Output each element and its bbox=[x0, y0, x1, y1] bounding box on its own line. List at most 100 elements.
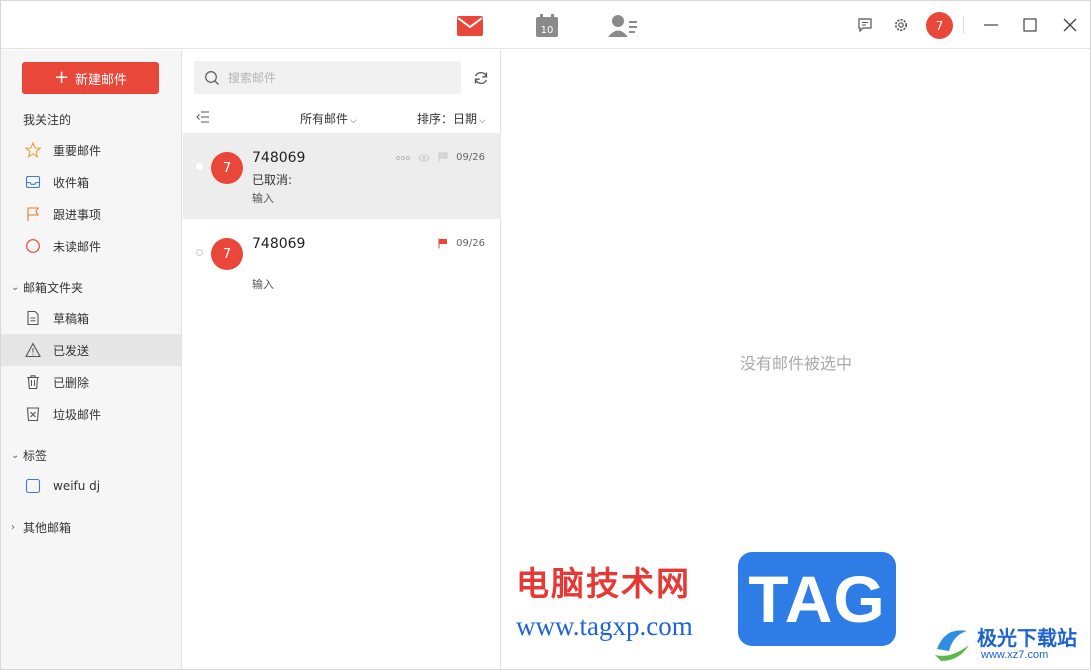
chevron-down-icon: ⌄ bbox=[11, 450, 20, 461]
other-mailboxes-heading: 其他邮箱 bbox=[23, 521, 72, 535]
sidebar-item-spam[interactable]: 垃圾邮件 bbox=[1, 398, 181, 430]
sidebar-item-important[interactable]: 重要邮件 bbox=[1, 134, 181, 166]
search-icon bbox=[205, 70, 219, 85]
collapse-list-icon bbox=[196, 111, 209, 123]
spam-icon bbox=[24, 405, 42, 423]
search-box[interactable] bbox=[194, 61, 461, 94]
message-list-pane: 所有邮件⌵ 排序：日期⌵ 7 748069 已取消: 输入 09/26 7 74… bbox=[183, 50, 501, 669]
settings-button[interactable] bbox=[889, 13, 913, 37]
maximize-button[interactable] bbox=[1018, 13, 1042, 37]
folders-heading: 邮箱文件夹 bbox=[23, 281, 84, 295]
aurora-logo-icon bbox=[935, 630, 969, 661]
compose-button[interactable]: + 新建邮件 bbox=[22, 62, 159, 94]
mail-filter-label: 所有邮件 bbox=[300, 112, 349, 126]
unread-circle-icon bbox=[24, 237, 42, 255]
sidebar-item-label: weifu dj bbox=[53, 479, 101, 493]
trash-icon bbox=[24, 373, 42, 391]
sort-dropdown[interactable]: 排序：日期 ⌵ bbox=[417, 110, 486, 127]
mail-meta: 09/26 bbox=[396, 152, 485, 163]
list-filter-bar: 所有邮件 ⌵ 排序：日期 ⌵ bbox=[183, 107, 501, 129]
minimize-button[interactable] bbox=[979, 13, 1003, 37]
sidebar-item-deleted[interactable]: 已删除 bbox=[1, 366, 181, 398]
sidebar-item-label: 收件箱 bbox=[53, 175, 90, 190]
mail-meta: 09/26 bbox=[438, 238, 485, 249]
mail-sender: 748069 bbox=[252, 150, 306, 166]
watermark-site-url: www.tagxp.com bbox=[516, 611, 693, 641]
tab-mail[interactable] bbox=[455, 11, 485, 41]
mail-date: 09/26 bbox=[456, 152, 485, 163]
mail-list-item[interactable]: 7 748069 输入 09/26 bbox=[183, 219, 501, 305]
inbox-icon bbox=[24, 173, 42, 191]
other-mailboxes-toggle[interactable]: › 其他邮箱 bbox=[11, 519, 71, 536]
sent-icon bbox=[24, 341, 42, 359]
plus-icon: + bbox=[53, 67, 70, 88]
tags-heading: 标签 bbox=[23, 449, 48, 463]
flag-outline-icon[interactable] bbox=[438, 152, 448, 163]
more-icon[interactable] bbox=[396, 155, 411, 161]
eye-icon[interactable] bbox=[418, 154, 431, 162]
search-input[interactable] bbox=[228, 70, 448, 85]
title-bar: 10 7 bbox=[1, 1, 1090, 49]
flag-icon bbox=[24, 205, 42, 223]
chevron-down-icon: ⌵ bbox=[479, 116, 486, 126]
sidebar-item-label: 未读邮件 bbox=[53, 239, 102, 254]
sidebar-item-label: 已发送 bbox=[53, 343, 90, 358]
tags-group-toggle[interactable]: ⌄ 标签 bbox=[11, 447, 47, 464]
sender-avatar: 7 bbox=[211, 152, 243, 184]
star-icon bbox=[24, 141, 42, 159]
minimize-icon bbox=[984, 24, 998, 26]
collapse-sidebar-button[interactable] bbox=[195, 109, 211, 125]
close-button[interactable] bbox=[1058, 13, 1082, 37]
mail-filter-dropdown[interactable]: 所有邮件 ⌵ bbox=[300, 110, 357, 127]
draft-icon bbox=[24, 309, 42, 327]
user-avatar[interactable]: 7 bbox=[926, 12, 953, 39]
chevron-down-icon: ⌄ bbox=[11, 282, 20, 293]
sidebar-item-label: 跟进事项 bbox=[53, 207, 102, 222]
chevron-right-icon: › bbox=[11, 522, 15, 533]
sidebar-item-unread[interactable]: 未读邮件 bbox=[1, 230, 181, 262]
sidebar-item-label: 已删除 bbox=[53, 375, 90, 390]
sort-label: 排序：日期 bbox=[417, 112, 478, 126]
folders-group-toggle[interactable]: ⌄ 邮箱文件夹 bbox=[11, 279, 83, 296]
mail-date: 09/26 bbox=[456, 238, 485, 249]
mail-sender: 748069 bbox=[252, 236, 306, 252]
tab-calendar[interactable]: 10 bbox=[532, 11, 562, 41]
watermark2-site-name: 极光下载站 bbox=[977, 626, 1077, 650]
chevron-down-icon: ⌵ bbox=[350, 116, 357, 126]
mail-preview: 输入 bbox=[252, 192, 274, 205]
sidebar-item-follow-up[interactable]: 跟进事项 bbox=[1, 198, 181, 230]
sidebar-item-inbox[interactable]: 收件箱 bbox=[1, 166, 181, 198]
titlebar-divider bbox=[963, 16, 964, 34]
sidebar: + 新建邮件 我关注的 重要邮件 收件箱 跟进事项 未读邮件 ⌄ 邮箱文件夹 草… bbox=[1, 50, 182, 669]
refresh-button[interactable] bbox=[471, 68, 491, 88]
sender-avatar: 7 bbox=[211, 238, 243, 270]
feedback-button[interactable] bbox=[853, 13, 877, 37]
close-icon bbox=[1063, 18, 1077, 32]
mail-icon bbox=[457, 16, 483, 36]
sidebar-item-tag-weifu-dj[interactable]: weifu dj bbox=[1, 470, 181, 502]
sidebar-item-label: 垃圾邮件 bbox=[53, 407, 102, 422]
calendar-icon: 10 bbox=[536, 14, 558, 37]
mail-list-item[interactable]: 7 748069 已取消: 输入 09/26 bbox=[183, 133, 501, 219]
sidebar-item-drafts[interactable]: 草稿箱 bbox=[1, 302, 181, 334]
refresh-icon bbox=[474, 72, 488, 84]
sidebar-item-label: 重要邮件 bbox=[53, 143, 102, 158]
unread-dot[interactable] bbox=[196, 249, 203, 256]
flag-filled-icon[interactable] bbox=[438, 238, 448, 249]
watermark-download-site: 极光下载站 www.xz7.com bbox=[929, 617, 1090, 669]
svg-text:10: 10 bbox=[541, 25, 554, 36]
tab-contacts[interactable] bbox=[608, 11, 638, 41]
unread-dot[interactable] bbox=[196, 163, 203, 170]
tag-checkbox-icon bbox=[24, 477, 42, 495]
chat-icon bbox=[858, 18, 872, 33]
sidebar-item-label: 草稿箱 bbox=[53, 311, 90, 326]
maximize-icon bbox=[1023, 18, 1037, 32]
gear-icon bbox=[895, 19, 907, 31]
watermark-tag-logo: TAG bbox=[738, 552, 896, 646]
watermark2-site-url: www.xz7.com bbox=[981, 649, 1049, 661]
compose-label: 新建邮件 bbox=[75, 72, 128, 88]
mail-subject: 已取消: bbox=[252, 173, 293, 187]
mail-preview: 输入 bbox=[252, 278, 274, 291]
watermark-site-name: 电脑技术网 bbox=[516, 564, 691, 603]
sidebar-item-sent[interactable]: 已发送 bbox=[1, 334, 181, 366]
